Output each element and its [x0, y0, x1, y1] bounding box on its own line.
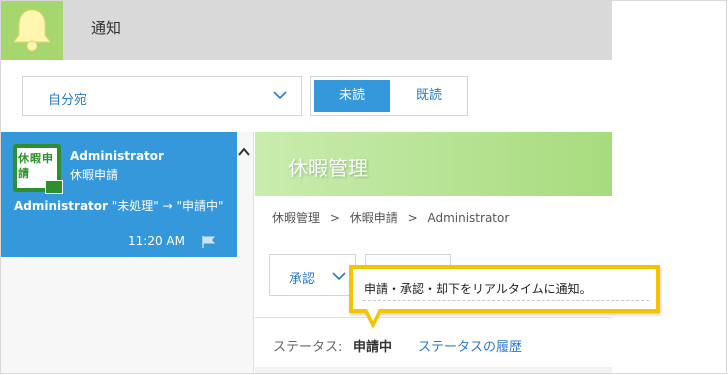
notification-item[interactable]: 休暇申請 Administrator 休暇申請 Administrator "未… — [1, 132, 237, 257]
message-body: "未処理" → "申請中" — [111, 199, 224, 213]
detail-footer-bar — [255, 367, 612, 373]
header-bar: 通知 — [1, 1, 612, 60]
flag-icon[interactable] — [201, 235, 217, 249]
notification-window: 通知 自分宛 未読 既読 休暇申請 Administrator 休暇申請 Adm… — [0, 0, 727, 374]
breadcrumb-item[interactable]: Administrator — [427, 211, 509, 225]
detail-header: 休暇管理 — [255, 132, 612, 196]
read-tab[interactable]: 既読 — [393, 80, 465, 112]
callout-text: 申請・承認・却下をリアルタイムに通知。 — [364, 282, 592, 296]
notification-time: 11:20 AM — [128, 234, 185, 248]
page-title: 通知 — [91, 19, 122, 37]
tooltip-callout: 申請・承認・却下をリアルタイムに通知。 — [349, 265, 660, 313]
read-status-toggle: 未読 既読 — [310, 76, 468, 116]
app-icon-label: 休暇申請 — [18, 152, 54, 180]
notification-message: Administrator "未処理" → "申請中" — [14, 198, 224, 215]
breadcrumb-item[interactable]: 休暇申請 — [350, 211, 398, 225]
breadcrumb: 休暇管理 > 休暇申請 > Administrator — [272, 209, 515, 226]
approve-action-select[interactable]: 承認 — [269, 254, 356, 296]
status-value: 申請中 — [353, 340, 393, 355]
scroll-up-icon[interactable] — [237, 146, 251, 158]
message-sender: Administrator — [14, 199, 108, 213]
breadcrumb-separator: > — [329, 211, 340, 225]
unread-tab[interactable]: 未読 — [314, 80, 390, 112]
app-badge-icon — [45, 180, 63, 194]
detail-title: 休暇管理 — [288, 156, 368, 180]
callout-pointer — [363, 309, 383, 329]
status-label: ステータス: — [273, 340, 343, 355]
notification-sender: Administrator — [70, 149, 164, 163]
action-label: 承認 — [289, 272, 316, 287]
leave-request-app-icon: 休暇申請 — [13, 144, 63, 194]
recipient-filter-select[interactable]: 自分宛 — [22, 76, 302, 116]
recipient-filter-value: 自分宛 — [48, 93, 88, 108]
breadcrumb-separator: > — [407, 211, 418, 225]
callout-underline — [363, 300, 649, 301]
chevron-down-icon — [332, 272, 346, 281]
divider — [255, 317, 612, 318]
bell-icon[interactable] — [1, 1, 63, 60]
notification-list: 休暇申請 Administrator 休暇申請 Administrator "未… — [1, 132, 254, 373]
breadcrumb-item[interactable]: 休暇管理 — [272, 211, 320, 225]
status-history-link[interactable]: ステータスの履歴 — [418, 336, 522, 355]
chevron-down-icon — [273, 91, 287, 100]
notification-app-name: 休暇申請 — [70, 168, 119, 182]
